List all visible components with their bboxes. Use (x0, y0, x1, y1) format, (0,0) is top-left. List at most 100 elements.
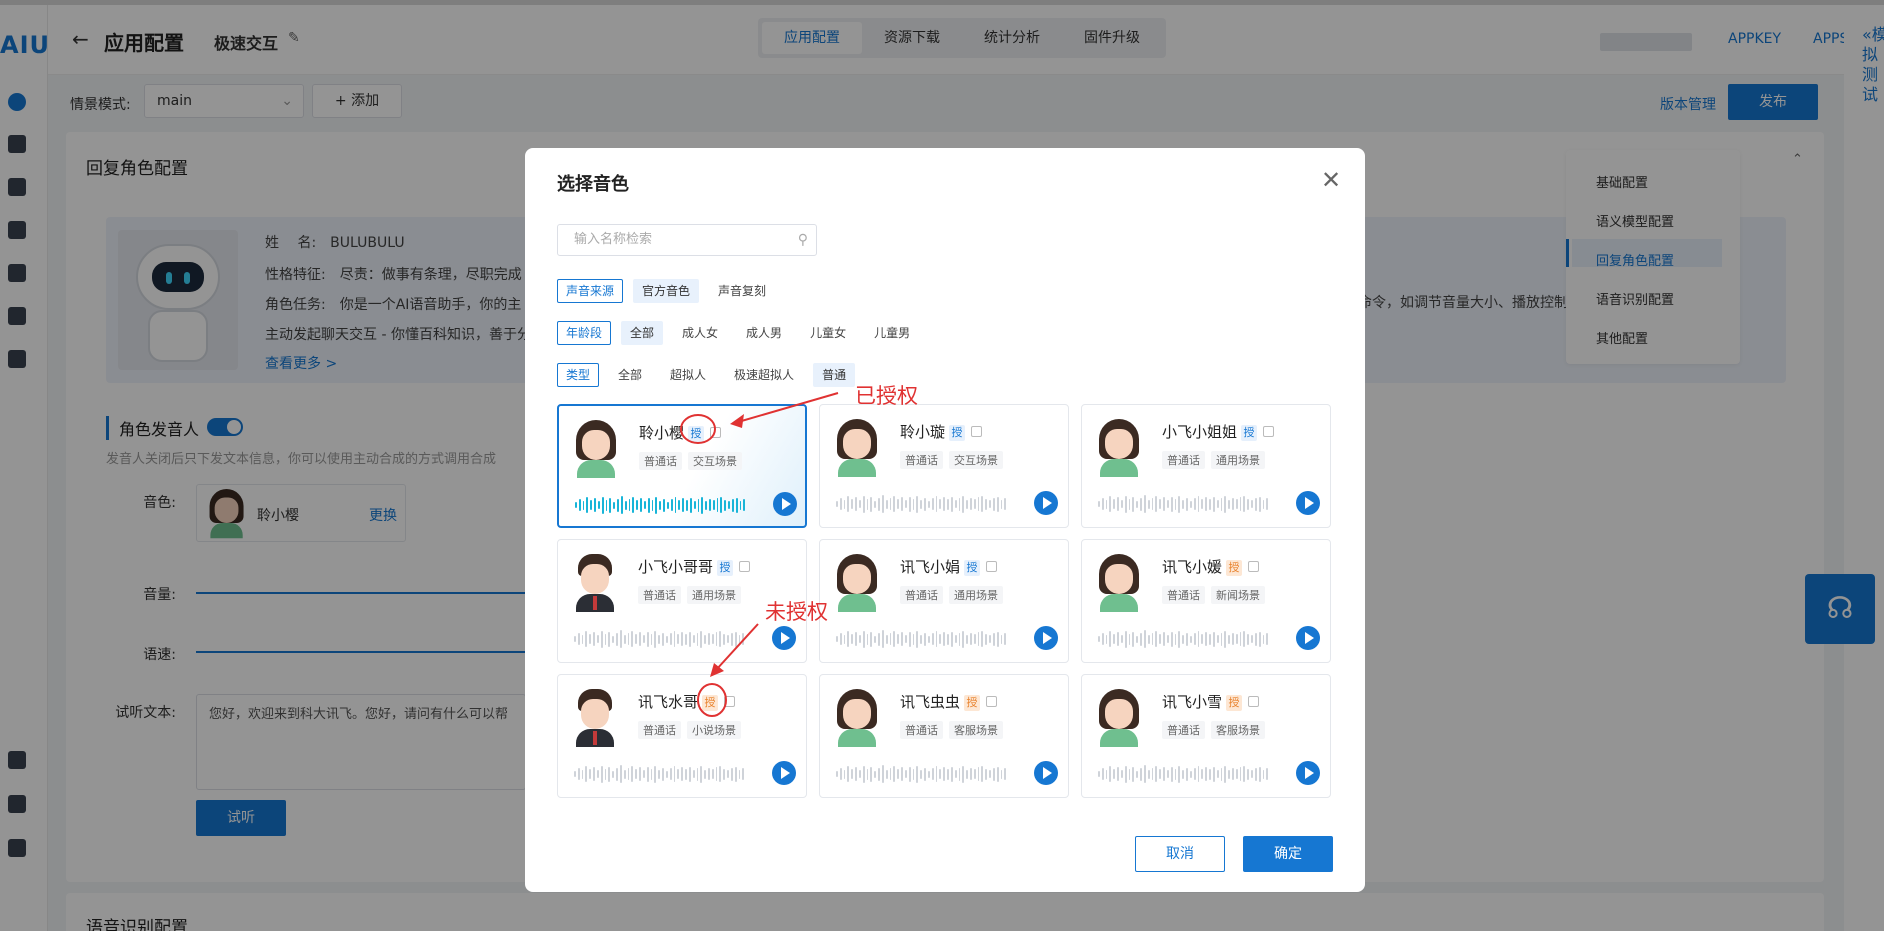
voice-avatar (834, 689, 880, 747)
voice-card[interactable]: 讯飞水哥授普通话 小说场景 (557, 674, 807, 798)
select-voice-dialog: 选择音色 ✕ 输入名称检索 ⚲ 声音来源 官方音色 声音复刻 年龄段 全部 成人… (525, 148, 1365, 892)
voice-tag: 普通话 (639, 452, 682, 470)
voice-name-text: 讯飞小雪 (1162, 693, 1223, 711)
voice-tag: 普通话 (900, 721, 943, 739)
authorized-annotation: 已授权 (855, 384, 918, 408)
copy-icon[interactable] (1263, 426, 1275, 437)
voice-tags: 普通话 通用场景 (900, 586, 1009, 604)
confirm-button[interactable]: 确定 (1243, 836, 1333, 872)
copy-icon[interactable] (739, 561, 751, 572)
filter-age: 年龄段 全部 成人女 成人男 儿童女 儿童男 (557, 320, 929, 346)
voice-card[interactable]: 讯飞小娟授普通话 通用场景 (819, 539, 1069, 663)
voice-tag: 普通话 (1162, 451, 1205, 469)
filter-option[interactable]: 全部 (621, 321, 664, 345)
dialog-title: 选择音色 (557, 174, 629, 195)
voice-tag: 普通话 (1162, 586, 1205, 604)
voice-name: 小飞小姐姐授 (1162, 421, 1275, 442)
waveform-icon (575, 494, 746, 516)
play-icon[interactable] (772, 626, 796, 650)
play-icon[interactable] (773, 492, 797, 516)
voice-avatar (1096, 689, 1142, 747)
voice-name: 聆小璇授 (900, 421, 983, 442)
play-icon[interactable] (1034, 626, 1058, 650)
waveform-icon (1098, 493, 1269, 515)
filter-source-head: 声音来源 (557, 279, 624, 303)
waveform-icon (836, 628, 1007, 650)
voice-avatar (834, 554, 880, 612)
copy-icon[interactable] (986, 561, 998, 572)
authorized-badge: 授 (964, 560, 981, 576)
unauthorized-badge: 授 (1226, 560, 1243, 576)
play-icon[interactable] (1296, 491, 1320, 515)
voice-name: 讯飞水哥授 (638, 691, 736, 712)
play-icon[interactable] (1296, 761, 1320, 785)
waveform-icon (836, 763, 1007, 785)
filter-source: 声音来源 官方音色 声音复刻 (557, 278, 785, 304)
filter-option[interactable]: 超拟人 (661, 363, 715, 387)
copy-icon[interactable] (971, 426, 983, 437)
voice-card[interactable]: 聆小璇授普通话 交互场景 (819, 404, 1069, 528)
voice-card[interactable]: 讯飞小雪授普通话 客服场景 (1081, 674, 1331, 798)
voice-avatar (572, 689, 618, 747)
voice-tag: 通用场景 (687, 586, 741, 604)
filter-option[interactable]: 儿童女 (801, 321, 855, 345)
voice-tag: 交互场景 (949, 451, 1003, 469)
voice-name: 讯飞虫虫授 (900, 691, 998, 712)
voice-tag: 普通话 (900, 586, 943, 604)
voice-tags: 普通话 新闻场景 (1162, 586, 1271, 604)
authorized-badge: 授 (1241, 425, 1258, 441)
voice-card[interactable]: 讯飞虫虫授普通话 客服场景 (819, 674, 1069, 798)
filter-option[interactable]: 声音复刻 (709, 279, 775, 303)
voice-name: 讯飞小娟授 (900, 556, 998, 577)
play-icon[interactable] (1034, 491, 1058, 515)
unauthorized-annotation: 未授权 (765, 600, 828, 624)
voice-tags: 普通话 客服场景 (900, 721, 1009, 739)
voice-tag: 小说场景 (687, 721, 741, 739)
filter-option[interactable]: 极速超拟人 (725, 363, 803, 387)
voice-tags: 普通话 交互场景 (900, 451, 1009, 469)
search-placeholder: 输入名称检索 (574, 232, 653, 247)
voice-name-text: 聆小樱 (639, 424, 685, 442)
voice-tag: 交互场景 (688, 452, 742, 470)
voice-tag: 新闻场景 (1211, 586, 1265, 604)
waveform-icon (574, 763, 745, 785)
cancel-button[interactable]: 取消 (1135, 836, 1225, 872)
authorized-badge: 授 (949, 425, 966, 441)
copy-icon[interactable] (1248, 696, 1260, 707)
play-icon[interactable] (1296, 626, 1320, 650)
unauthorized-badge: 授 (964, 695, 981, 711)
voice-card[interactable]: 讯飞小媛授普通话 新闻场景 (1081, 539, 1331, 663)
voice-name-text: 讯飞水哥 (638, 693, 699, 711)
filter-option[interactable]: 全部 (609, 363, 651, 387)
play-icon[interactable] (1034, 761, 1058, 785)
voice-tags: 普通话 交互场景 (639, 452, 748, 470)
copy-icon[interactable] (710, 427, 722, 438)
copy-icon[interactable] (724, 696, 736, 707)
voice-card[interactable]: 聆小樱授普通话 交互场景 (557, 404, 807, 528)
filter-type: 类型 全部 超拟人 极速超拟人 普通 (557, 362, 865, 388)
voice-name-text: 讯飞小媛 (1162, 558, 1223, 576)
play-icon[interactable] (772, 761, 796, 785)
voice-tag: 普通话 (638, 721, 681, 739)
waveform-icon (836, 493, 1007, 515)
close-icon[interactable]: ✕ (1321, 166, 1341, 194)
authorized-badge: 授 (717, 560, 734, 576)
voice-avatar (1096, 554, 1142, 612)
voice-name-text: 讯飞小娟 (900, 558, 961, 576)
voice-search-input[interactable]: 输入名称检索 ⚲ (557, 224, 817, 256)
waveform-icon (1098, 628, 1269, 650)
filter-option[interactable]: 普通 (813, 363, 856, 387)
voice-name-text: 小飞小哥哥 (638, 558, 714, 576)
filter-option[interactable]: 儿童男 (865, 321, 919, 345)
filter-option[interactable]: 官方音色 (633, 279, 700, 303)
voice-tag: 通用场景 (1211, 451, 1265, 469)
filter-option[interactable]: 成人男 (737, 321, 791, 345)
voice-name-text: 讯飞虫虫 (900, 693, 961, 711)
voice-card[interactable]: 小飞小姐姐授普通话 通用场景 (1081, 404, 1331, 528)
unauthorized-badge: 授 (1226, 695, 1243, 711)
copy-icon[interactable] (1248, 561, 1260, 572)
voice-tag: 普通话 (1162, 721, 1205, 739)
filter-option[interactable]: 成人女 (673, 321, 727, 345)
voice-name: 小飞小哥哥授 (638, 556, 751, 577)
copy-icon[interactable] (986, 696, 998, 707)
